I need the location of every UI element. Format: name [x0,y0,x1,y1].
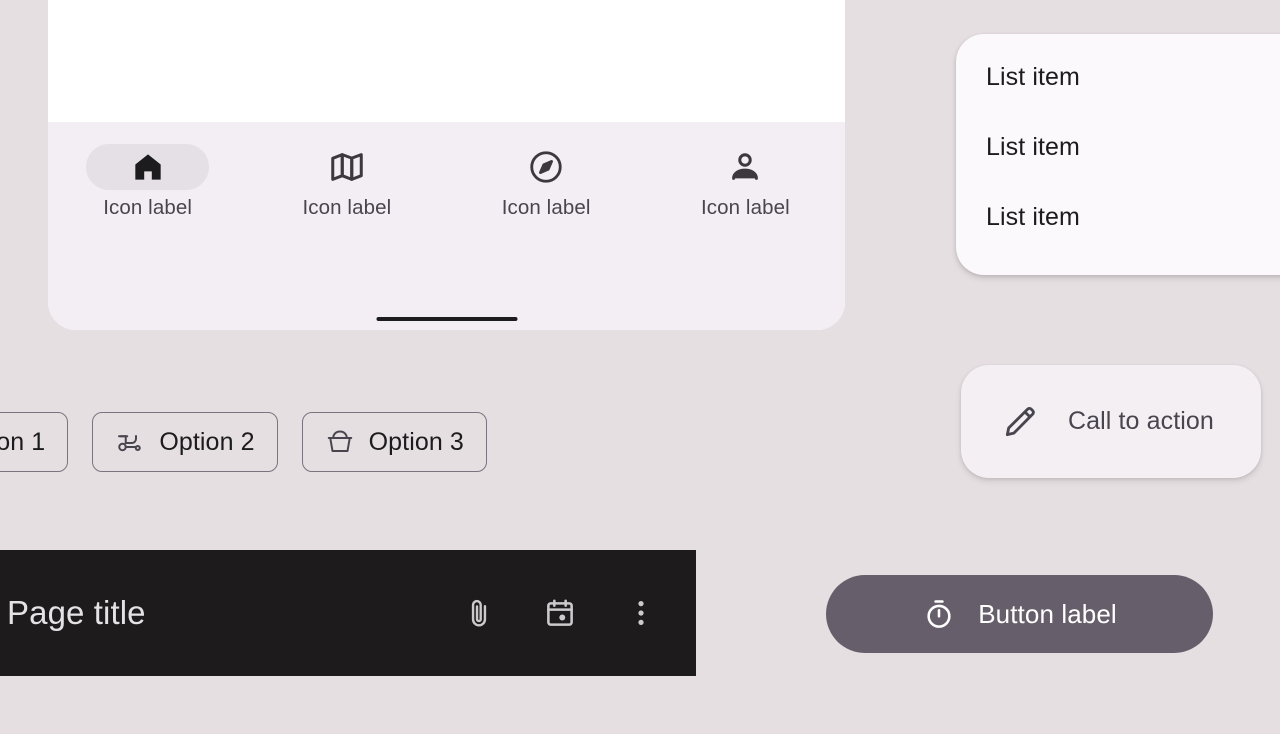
chip-option-2[interactable]: Option 2 [92,412,278,472]
nav-item-explore[interactable]: Icon label [447,144,646,219]
call-to-action-card[interactable]: Call to action [961,365,1261,478]
calendar-event-icon[interactable] [543,596,577,630]
map-icon [328,148,366,186]
nav-item-home[interactable]: Icon label [48,144,247,219]
explore-compass-icon [527,148,565,186]
chip-label: Option 3 [368,427,464,456]
list-item-label: List item [986,202,1080,231]
person-icon [726,148,764,186]
chip-option-3[interactable]: Option 3 [301,412,487,472]
cooking-pot-icon [325,427,355,457]
chip-label: Option 2 [159,427,255,456]
list-item[interactable]: List item [956,182,1280,252]
more-vert-icon[interactable] [624,596,658,630]
filled-button-label: Button label [978,598,1117,629]
timer-stopwatch-icon [922,597,956,631]
call-to-action-label: Call to action [1068,407,1214,435]
navigation-items: Icon label Icon label Icon label Icon la… [48,144,845,219]
chip-group: Option 1 Option 2 Option 3 [0,412,487,472]
nav-item-label: Icon label [302,196,392,219]
nav-item-map[interactable]: Icon label [247,144,446,219]
list-item[interactable]: List item [956,112,1280,182]
bottom-navigation-bar: Icon label Icon label Icon label Icon la… [48,122,845,330]
nav-active-indicator-pill [86,144,210,190]
attachment-paperclip-icon[interactable] [462,596,496,630]
nav-indicator-pill [285,144,408,190]
list-item[interactable]: List item [956,42,1280,112]
home-indicator-bar[interactable] [376,317,517,321]
list-item-label: List item [986,62,1080,91]
nav-item-label: Icon label [103,196,192,219]
list-card: List item List item List item [956,34,1280,275]
pencil-edit-icon [1000,402,1040,442]
nav-item-profile[interactable]: Icon label [646,144,845,219]
top-app-bar: Page title [0,550,696,676]
filled-button[interactable]: Button label [826,575,1213,653]
nav-indicator-pill [485,144,608,190]
nav-item-label: Icon label [501,196,591,219]
page-title: Page title [7,594,146,631]
chip-option-1[interactable]: Option 1 [0,412,69,472]
list-item-label: List item [986,132,1080,161]
nav-indicator-pill [684,144,807,190]
moped-icon [115,427,145,457]
home-icon [129,148,167,186]
app-bar-actions [462,596,658,630]
nav-item-label: Icon label [700,196,790,219]
phone-surface-card: Icon label Icon label Icon label Icon la… [48,0,845,330]
chip-label: Option 1 [0,427,46,456]
phone-content-area [48,0,845,122]
